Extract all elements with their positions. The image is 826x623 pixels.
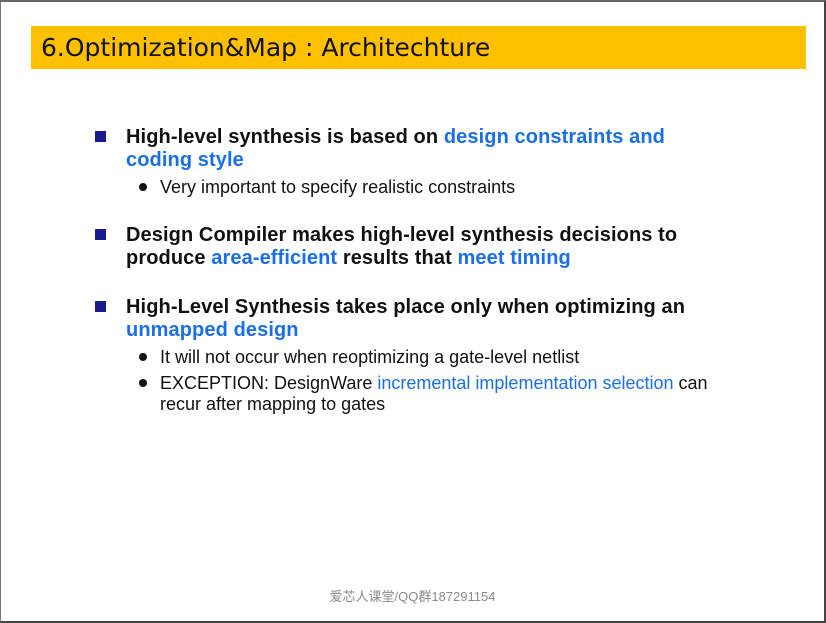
sub-item: It will not occur when reoptimizing a ga… <box>139 347 735 368</box>
footer-watermark: 爱芯人课堂/QQ群187291154 <box>329 589 496 604</box>
sub-item-text: It will not occur when reoptimizing a ga… <box>160 347 580 367</box>
slide-title: 6.Optimization&Map : Architechture <box>41 33 491 62</box>
sub-item-text: EXCEPTION: DesignWare incremental implem… <box>160 373 708 414</box>
sub-list-1: Very important to specify realistic cons… <box>139 177 735 198</box>
square-bullet-icon <box>95 229 106 240</box>
slide: 6.Optimization&Map : Architechture High-… <box>0 0 826 623</box>
round-bullet-icon <box>139 379 147 387</box>
bullet-text-3: High-Level Synthesis takes place only wh… <box>126 296 686 341</box>
round-bullet-icon <box>139 183 147 191</box>
bullet-item-2: Design Compiler makes high-level synthes… <box>95 224 735 270</box>
sub-item: Very important to specify realistic cons… <box>139 177 735 198</box>
square-bullet-icon <box>95 131 106 142</box>
sub-list-3: It will not occur when reoptimizing a ga… <box>139 347 735 415</box>
round-bullet-icon <box>139 353 147 361</box>
bullet-text-1: High-level synthesis is based on design … <box>126 126 665 171</box>
sub-item: EXCEPTION: DesignWare incremental implem… <box>139 373 735 415</box>
bullet-text-2: Design Compiler makes high-level synthes… <box>126 224 678 269</box>
sub-item-text: Very important to specify realistic cons… <box>160 177 516 197</box>
square-bullet-icon <box>95 301 106 312</box>
bullet-list: High-level synthesis is based on design … <box>95 126 735 420</box>
title-bar: 6.Optimization&Map : Architechture <box>31 26 806 69</box>
bullet-item-1: High-level synthesis is based on design … <box>95 126 735 198</box>
bullet-item-3: High-Level Synthesis takes place only wh… <box>95 296 735 415</box>
